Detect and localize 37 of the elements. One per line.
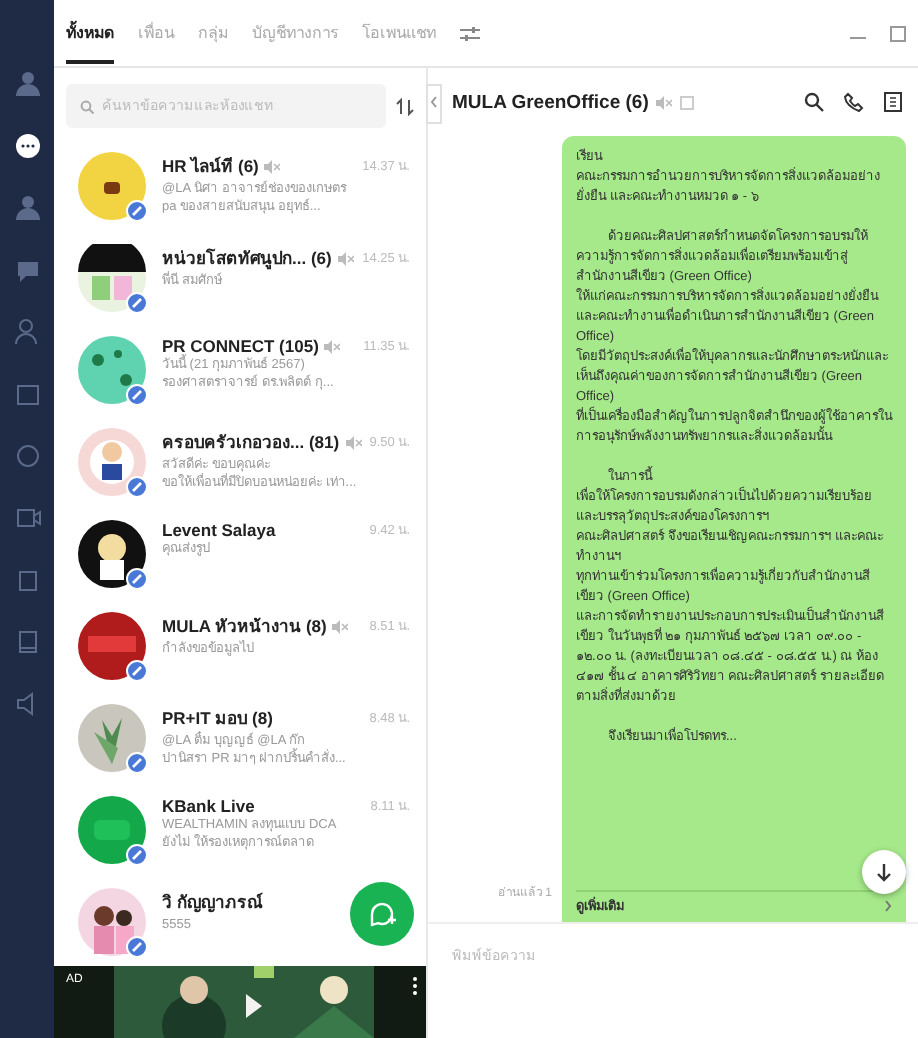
new-chat-button[interactable] <box>350 882 414 946</box>
verified-badge-icon <box>126 384 148 406</box>
chat-name: PR CONNECT (105) <box>162 336 319 356</box>
verified-badge-icon <box>126 844 148 866</box>
verified-badge-icon <box>126 476 148 498</box>
verified-badge-icon <box>126 936 148 958</box>
chat-name: วิ กัญญาภรณ์ <box>162 890 263 916</box>
more-icon[interactable] <box>412 976 418 996</box>
chat-name: หน่วยโสตทัศนูปก... (6) <box>162 246 332 271</box>
verified-badge-icon <box>126 292 148 314</box>
chat-icon[interactable] <box>13 132 41 160</box>
chat-name: PR+IT มอบ (8) <box>162 706 273 731</box>
speech-icon[interactable] <box>13 256 41 284</box>
chevron-right-icon <box>884 900 892 912</box>
verified-badge-icon <box>126 660 148 682</box>
verified-badge-icon <box>126 568 148 590</box>
maximize-icon[interactable] <box>890 25 906 41</box>
chat-name: HR ไลน์ที (6) <box>162 154 259 180</box>
chat-add-icon <box>368 900 396 928</box>
chat-name: MULA หัวหน้างาน (8) <box>162 614 327 640</box>
tab[interactable]: ทั้งหมด <box>66 2 114 64</box>
person-icon[interactable] <box>13 70 41 98</box>
chat-name: ครอบครัวเกอวอง... (81) <box>162 430 340 456</box>
filter-icon[interactable] <box>460 25 480 41</box>
square-icon[interactable] <box>13 566 41 594</box>
chat-name: KBank Live <box>162 796 255 816</box>
arrow-down-icon <box>876 863 892 881</box>
collapse-button[interactable] <box>426 84 442 124</box>
verified-badge-icon <box>126 200 148 222</box>
chat-name: Levent Salaya <box>162 520 276 540</box>
verified-badge-icon <box>126 752 148 774</box>
sort-icon[interactable] <box>396 97 414 115</box>
chevron-left-icon <box>430 96 438 108</box>
menu-icon[interactable] <box>884 92 902 112</box>
person-icon[interactable] <box>13 194 41 222</box>
chat-title: MULA GreenOffice (6) <box>452 91 649 113</box>
search-icon[interactable] <box>804 92 824 112</box>
